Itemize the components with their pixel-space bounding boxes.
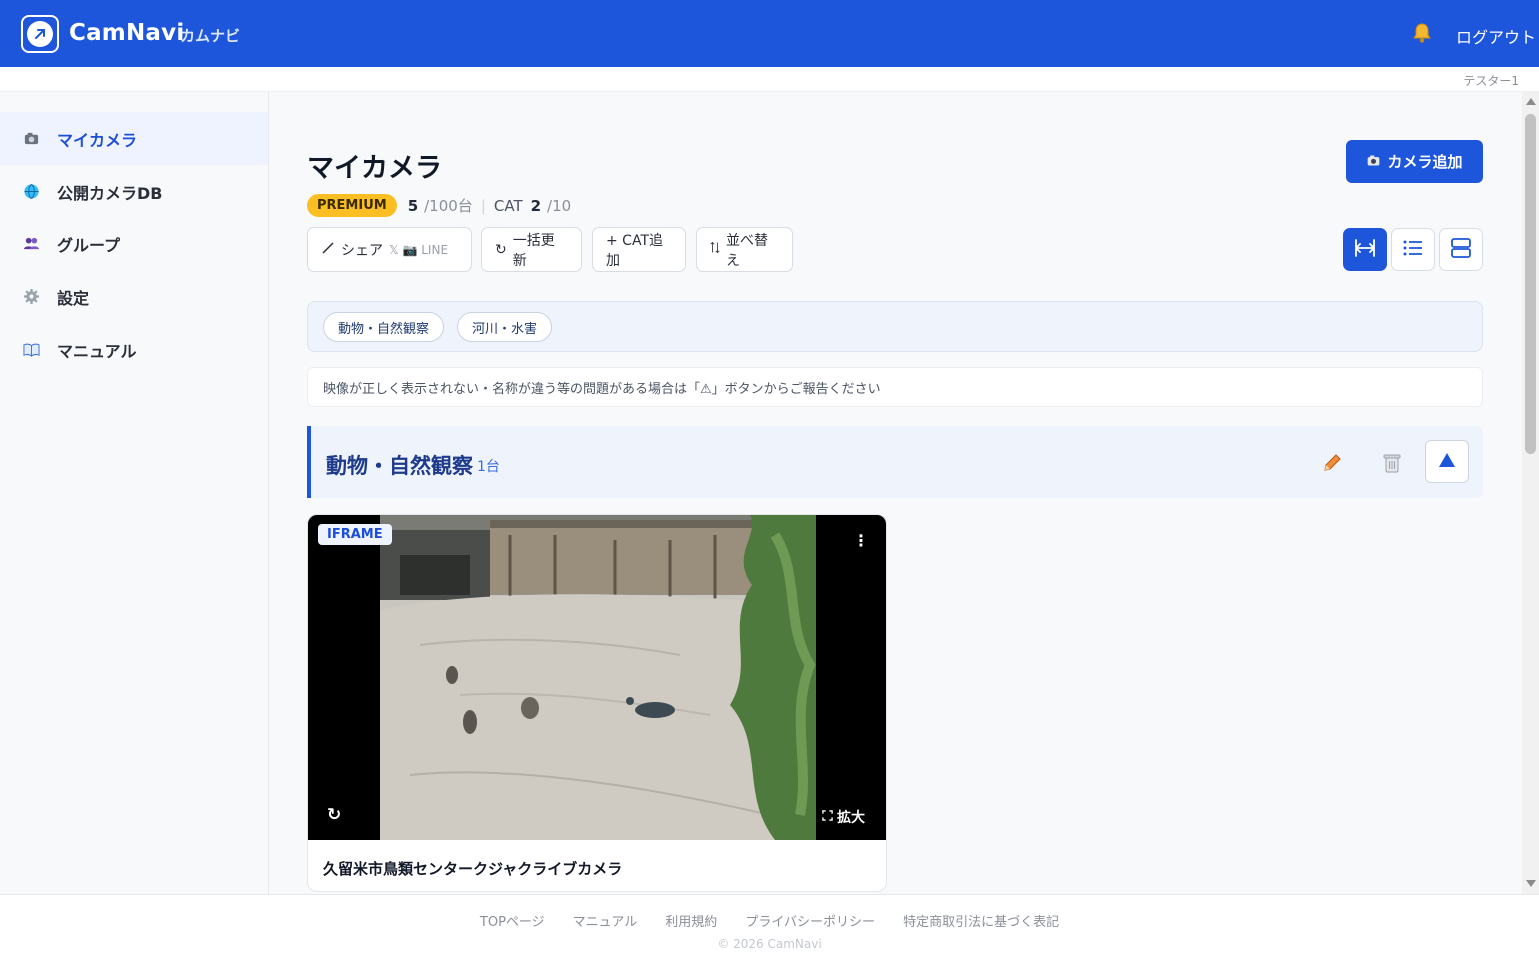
gear-icon xyxy=(22,288,40,306)
refresh-icon: ↻ xyxy=(495,241,507,258)
scrollbar[interactable] xyxy=(1522,92,1539,894)
add-camera-button[interactable]: カメラ追加 xyxy=(1346,140,1483,183)
expand-view-button[interactable] xyxy=(1343,228,1387,271)
sort-label: 並べ替え xyxy=(726,232,768,269)
sidebar-item-label: 設定 xyxy=(57,288,90,308)
scroll-down-arrow-icon[interactable] xyxy=(1526,880,1536,887)
sidebar-item-label: マイカメラ xyxy=(57,130,138,150)
cat-limit: /10 xyxy=(547,196,572,215)
sidebar-item-label: マニュアル xyxy=(57,341,137,361)
camera-name[interactable]: 久留米市鳥類センタークジャクライブカメラ xyxy=(323,858,622,879)
stack-icon xyxy=(1449,236,1473,264)
collapse-button[interactable] xyxy=(1425,440,1469,483)
book-icon xyxy=(22,341,40,359)
footer-links: TOPページ マニュアル 利用規約 プライバシーポリシー 特定商取引法に基づく表… xyxy=(0,911,1539,930)
refresh-all-label: 一括更新 xyxy=(512,232,555,269)
share-label: シェア xyxy=(341,242,383,259)
scrollbar-thumb[interactable] xyxy=(1525,114,1536,454)
add-camera-label: カメラ追加 xyxy=(1387,153,1463,171)
logo-icon[interactable] xyxy=(21,15,59,53)
iframe-badge: IFRAME xyxy=(318,524,392,545)
camera-limit: /100台 xyxy=(424,197,473,215)
bell-icon[interactable] xyxy=(1411,22,1433,44)
cat-label: CAT xyxy=(493,196,523,215)
camera-icon xyxy=(22,130,40,148)
footer-link-terms[interactable]: 利用規約 xyxy=(665,911,717,930)
fullscreen-icon xyxy=(822,809,833,825)
share-button[interactable]: シェア 𝕏 📷 LINE xyxy=(307,227,472,272)
more-vertical-icon[interactable]: ⋮ xyxy=(853,531,869,550)
pencil-icon[interactable] xyxy=(1321,452,1343,474)
footer-link-commerce[interactable]: 特定商取引法に基づく表記 xyxy=(903,911,1059,930)
cat-count: 2 xyxy=(530,196,542,215)
logout-button[interactable]: ログアウト xyxy=(1456,24,1536,48)
category-header: 動物・自然観察 1台 xyxy=(307,426,1483,498)
page-title: マイカメラ xyxy=(307,153,442,184)
footer: TOPページ マニュアル 利用規約 プライバシーポリシー 特定商取引法に基づく表… xyxy=(0,894,1539,967)
expand-button[interactable]: 拡大 xyxy=(822,807,865,827)
user-bar: テスター1 xyxy=(0,67,1539,92)
stack-view-button[interactable] xyxy=(1439,228,1483,271)
category-count: 1台 xyxy=(477,459,500,475)
main-content: マイカメラ カメラ追加 PREMIUM 5 /100台 | CAT 2 /10 … xyxy=(269,92,1522,894)
share-icon xyxy=(321,241,335,259)
camera-icon xyxy=(1366,153,1381,171)
sidebar-item-settings[interactable]: 設定 xyxy=(0,270,268,323)
category-filter: 動物・自然観察 河川・水害 xyxy=(307,301,1483,352)
plan-status: PREMIUM 5 /100台 | CAT 2 /10 xyxy=(307,194,571,217)
footer-link-privacy[interactable]: プライバシーポリシー xyxy=(745,911,875,930)
sidebar-item-my-camera[interactable]: マイカメラ xyxy=(0,112,268,165)
filter-chip[interactable]: 動物・自然観察 xyxy=(323,312,445,342)
add-cat-button[interactable]: + CAT追加 xyxy=(592,227,686,272)
sidebar-item-manual[interactable]: マニュアル xyxy=(0,323,268,376)
triangle-up-icon xyxy=(1438,452,1456,472)
camera-card[interactable]: IFRAME ⋮ ↻ 拡大 久留米市鳥類センタークジャクライブカメラ xyxy=(307,514,887,892)
globe-icon xyxy=(22,183,40,201)
report-notice: 映像が正しく表示されない・名称が違う等の問題がある場合は「⚠」ボタンからご報告く… xyxy=(307,367,1483,407)
divider: | xyxy=(480,196,486,215)
category-title: 動物・自然観察 xyxy=(326,454,473,478)
camera-video[interactable]: IFRAME ⋮ ↻ 拡大 xyxy=(308,515,886,840)
filter-chip[interactable]: 河川・水害 xyxy=(457,312,553,342)
expand-arrows-icon xyxy=(1353,236,1377,264)
camera-feed-image xyxy=(380,515,816,840)
refresh-icon[interactable]: ↻ xyxy=(327,805,341,825)
brand-name[interactable]: CamNavi xyxy=(69,20,184,46)
trash-icon[interactable] xyxy=(1381,452,1403,474)
username-label: テスター1 xyxy=(1463,74,1519,88)
sidebar-item-label: グループ xyxy=(57,235,121,255)
sidebar-item-public-camera-db[interactable]: 公開カメラDB xyxy=(0,165,268,218)
scroll-up-arrow-icon[interactable] xyxy=(1526,98,1536,105)
brand-kana: カムナビ xyxy=(180,27,241,45)
sidebar: マイカメラ 公開カメラDB グループ 設定 マニュアル xyxy=(0,92,269,894)
users-icon xyxy=(22,235,40,253)
footer-link-manual[interactable]: マニュアル xyxy=(573,911,638,930)
expand-label: 拡大 xyxy=(837,810,865,826)
camera-count: 5 xyxy=(407,196,419,215)
top-navbar: CamNavi カムナビ ログアウト xyxy=(0,0,1539,67)
sidebar-item-group[interactable]: グループ xyxy=(0,217,268,270)
list-view-button[interactable] xyxy=(1391,228,1435,271)
list-icon xyxy=(1401,236,1425,264)
sidebar-item-label: 公開カメラDB xyxy=(57,183,163,203)
premium-badge: PREMIUM xyxy=(307,194,397,217)
share-targets: 𝕏 📷 LINE xyxy=(389,242,449,257)
copyright: © 2026 CamNavi xyxy=(717,937,822,951)
sort-icon xyxy=(710,241,720,258)
refresh-all-button[interactable]: ↻ 一括更新 xyxy=(481,227,582,272)
sort-button[interactable]: 並べ替え xyxy=(696,227,793,272)
footer-link-top[interactable]: TOPページ xyxy=(480,911,545,930)
